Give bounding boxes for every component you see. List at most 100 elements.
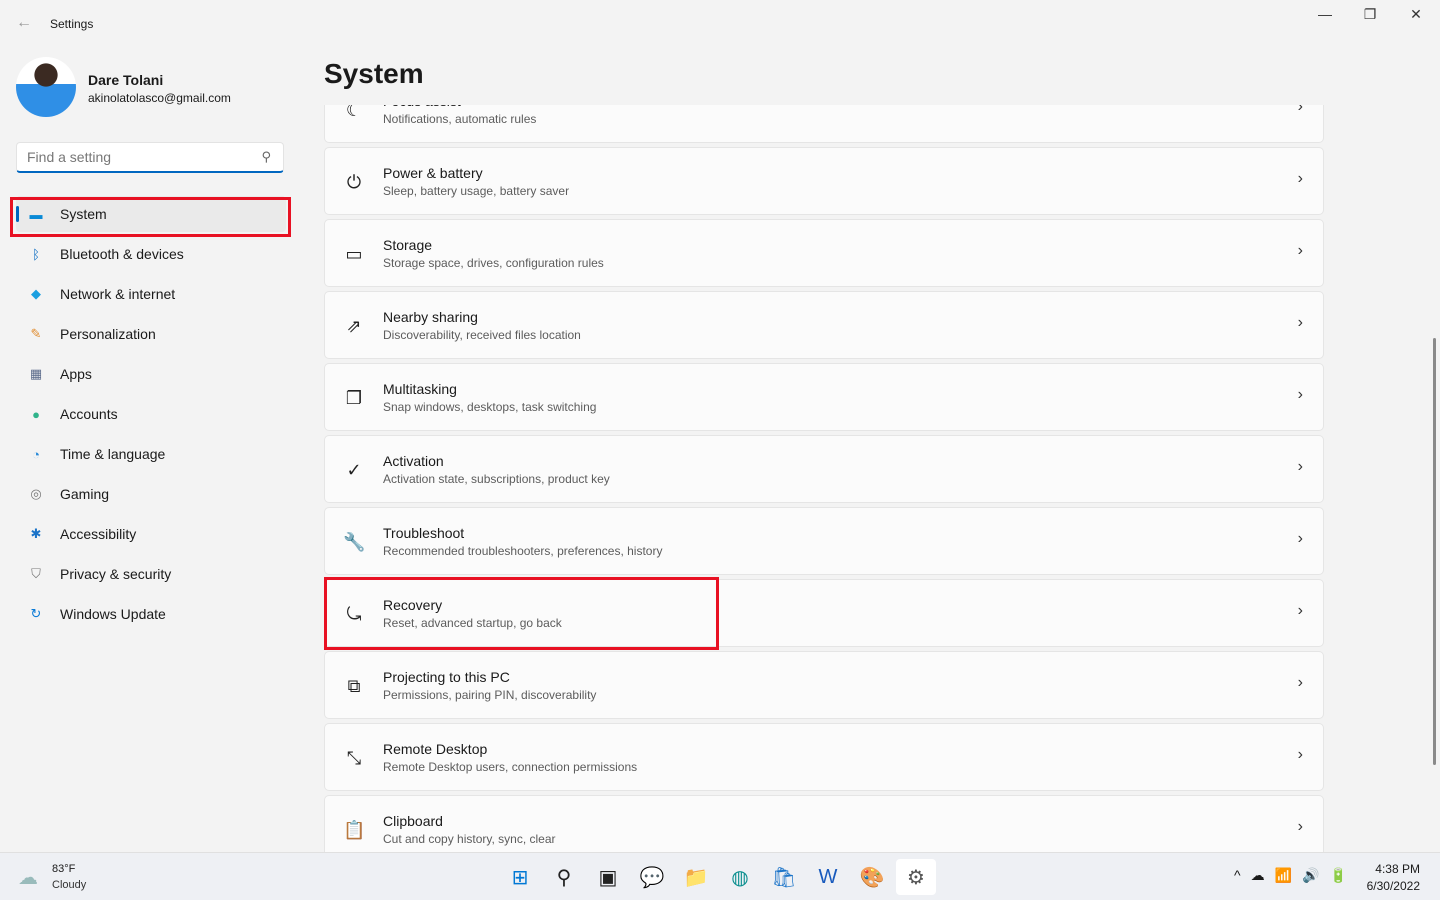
sidebar-item-privacy-security[interactable]: ⛉ Privacy & security (16, 556, 286, 592)
system-icon: ▬ (29, 206, 43, 222)
taskbar: ☁ 83°F Cloudy ⊞ ⚲ ▣ 💬 📁 ◍ 🛍 W 🎨 ⚙ ^ ☁ 📶 🔊 🔋 4:38 PM 6… (0, 852, 1440, 900)
setting-subtitle: Snap windows, desktops, task switching (383, 400, 597, 414)
chevron-right-icon: › (1297, 530, 1303, 547)
sidebar-item-system[interactable]: ▬ System (16, 196, 286, 232)
setting-title: Recovery (383, 597, 443, 613)
chevron-right-icon: › (1297, 386, 1303, 403)
title-bar: ← Settings — ❐ ✕ (0, 0, 1440, 48)
sidebar-item-label: Windows Update (60, 606, 166, 622)
apps-icon: ▦ (29, 366, 43, 381)
setting-focus-assist[interactable]: ☾ Focus assist Notifications, automatic ru… (324, 105, 1324, 143)
taskbar-search-icon[interactable]: ⚲ (544, 859, 584, 895)
sidebar-item-label: System (60, 206, 107, 222)
volume-icon[interactable]: 🔊 (1302, 867, 1319, 884)
setting-remote-desktop[interactable]: ⤡ Remote Desktop Remote Desktop users, con… (324, 723, 1324, 791)
projecting-to-this-pc-icon: ⧉ (347, 676, 361, 696)
taskbar-store-icon[interactable]: 🛍 (764, 859, 804, 895)
chevron-right-icon: › (1297, 818, 1303, 835)
sidebar-item-accounts[interactable]: ● Accounts (16, 396, 286, 432)
sidebar-item-windows-update[interactable]: ↻ Windows Update (16, 596, 286, 632)
gaming-icon: ◎ (30, 486, 42, 501)
chevron-right-icon: › (1297, 746, 1303, 763)
chevron-right-icon: › (1297, 674, 1303, 691)
sidebar-nav: ▬ System ᛒ Bluetooth & devices ◆ Network & in… (16, 196, 286, 636)
nearby-sharing-icon: ⇗ (346, 316, 362, 336)
wifi-icon[interactable]: 📶 (1275, 867, 1292, 884)
onedrive-icon[interactable]: ☁ (1251, 867, 1265, 884)
setting-title: Power & battery (383, 165, 483, 181)
taskbar-word-icon[interactable]: W (808, 859, 848, 895)
sidebar-item-network-internet[interactable]: ◆ Network & internet (16, 276, 286, 312)
setting-title: Multitasking (383, 381, 457, 397)
setting-title: Troubleshoot (383, 525, 465, 541)
multitasking-icon: ❐ (345, 388, 363, 408)
network-internet-icon: ◆ (31, 286, 41, 301)
setting-subtitle: Sleep, battery usage, battery saver (383, 184, 570, 198)
taskbar-paint-icon[interactable]: 🎨 (852, 859, 892, 895)
setting-title: Projecting to this PC (383, 669, 510, 685)
time-language-icon: ◔ (32, 446, 40, 462)
search-icon[interactable]: ⚲ (261, 149, 271, 165)
chevron-right-icon: › (1297, 602, 1303, 619)
setting-recovery[interactable]: ⤿ Recovery Reset, advanced startup, go bac… (324, 579, 1324, 647)
page-title: System (324, 58, 424, 89)
back-button[interactable]: ← (16, 14, 32, 32)
sidebar-item-label: Time & language (60, 446, 166, 462)
sidebar-item-time-language[interactable]: ◔ Time & language (16, 436, 286, 472)
scrollbar[interactable] (1433, 338, 1436, 765)
accessibility-icon: ✱ (30, 526, 42, 541)
chevron-right-icon: › (1297, 314, 1303, 331)
setting-subtitle: Activation state, subscriptions, product… (383, 472, 610, 486)
bluetooth-devices-icon: ᛒ (32, 246, 40, 262)
sidebar-item-label: Gaming (60, 486, 110, 502)
setting-title: Activation (383, 453, 444, 469)
setting-subtitle: Notifications, automatic rules (383, 112, 537, 126)
taskbar-edge-icon[interactable]: ◍ (720, 859, 760, 895)
settings-list: ☾ Focus assist Notifications, automatic ru… (324, 105, 1324, 852)
setting-subtitle: Cut and copy history, sync, clear (383, 832, 556, 846)
chevron-right-icon: › (1297, 170, 1303, 187)
sidebar-item-apps[interactable]: ▦ Apps (16, 356, 286, 392)
search-input[interactable] (17, 143, 247, 171)
search-box: ⚲ (16, 142, 284, 173)
setting-troubleshoot[interactable]: 🔧 Troubleshoot Recommended troubleshooters… (324, 507, 1324, 575)
setting-multitasking[interactable]: ❐ Multitasking Snap windows, desktops, tas… (324, 363, 1324, 431)
setting-title: Storage (383, 237, 433, 253)
recovery-icon: ⤿ (346, 604, 362, 624)
sidebar-item-gaming[interactable]: ◎ Gaming (16, 476, 286, 512)
setting-title: Nearby sharing (383, 309, 478, 325)
sidebar-item-accessibility[interactable]: ✱ Accessibility (16, 516, 286, 552)
close-button[interactable]: ✕ (1396, 6, 1436, 28)
sidebar-item-bluetooth-devices[interactable]: ᛒ Bluetooth & devices (16, 236, 286, 272)
setting-subtitle: Remote Desktop users, connection permiss… (383, 760, 638, 774)
taskbar-file-explorer-icon[interactable]: 📁 (676, 859, 716, 895)
battery-icon[interactable]: 🔋 (1329, 867, 1346, 884)
chevron-right-icon: › (1297, 242, 1303, 259)
weather-condition: Cloudy (52, 879, 87, 891)
activation-icon: ✓ (346, 460, 362, 480)
taskbar-task-view-icon[interactable]: ▣ (588, 859, 628, 895)
user-name: Dare Tolani (88, 72, 164, 88)
taskbar-start-icon[interactable]: ⊞ (500, 859, 540, 895)
storage-icon: ▭ (345, 244, 363, 264)
focus-assist-icon: ☾ (345, 105, 363, 120)
show-hidden-icons[interactable]: ^ (1234, 867, 1241, 884)
windows-update-icon: ↻ (30, 606, 42, 621)
minimize-button[interactable]: — (1305, 6, 1345, 28)
setting-activation[interactable]: ✓ Activation Activation state, subscriptio… (324, 435, 1324, 503)
taskbar-settings-icon[interactable]: ⚙ (896, 859, 936, 895)
setting-nearby-sharing[interactable]: ⇗ Nearby sharing Discoverability, received… (324, 291, 1324, 359)
chevron-right-icon: › (1297, 458, 1303, 475)
setting-projecting-to-this-pc[interactable]: ⧉ Projecting to this PC Permissions, pairi… (324, 651, 1324, 719)
sidebar-item-label: Network & internet (60, 286, 176, 302)
setting-clipboard[interactable]: 📋 Clipboard Cut and copy history, sync, cl… (324, 795, 1324, 852)
chevron-right-icon: › (1297, 105, 1303, 115)
setting-storage[interactable]: ▭ Storage Storage space, drives, configura… (324, 219, 1324, 287)
sidebar-item-label: Apps (60, 366, 92, 382)
taskbar-chat-icon[interactable]: 💬 (632, 859, 672, 895)
setting-power-battery[interactable]: ⏻ Power & battery Sleep, battery usage, ba… (324, 147, 1324, 215)
remote-desktop-icon: ⤡ (346, 748, 362, 768)
clock[interactable]: 4:38 PM 6/30/2022 (1367, 861, 1420, 895)
maximize-button[interactable]: ❐ (1350, 6, 1390, 28)
sidebar-item-personalization[interactable]: ✎ Personalization (16, 316, 286, 352)
